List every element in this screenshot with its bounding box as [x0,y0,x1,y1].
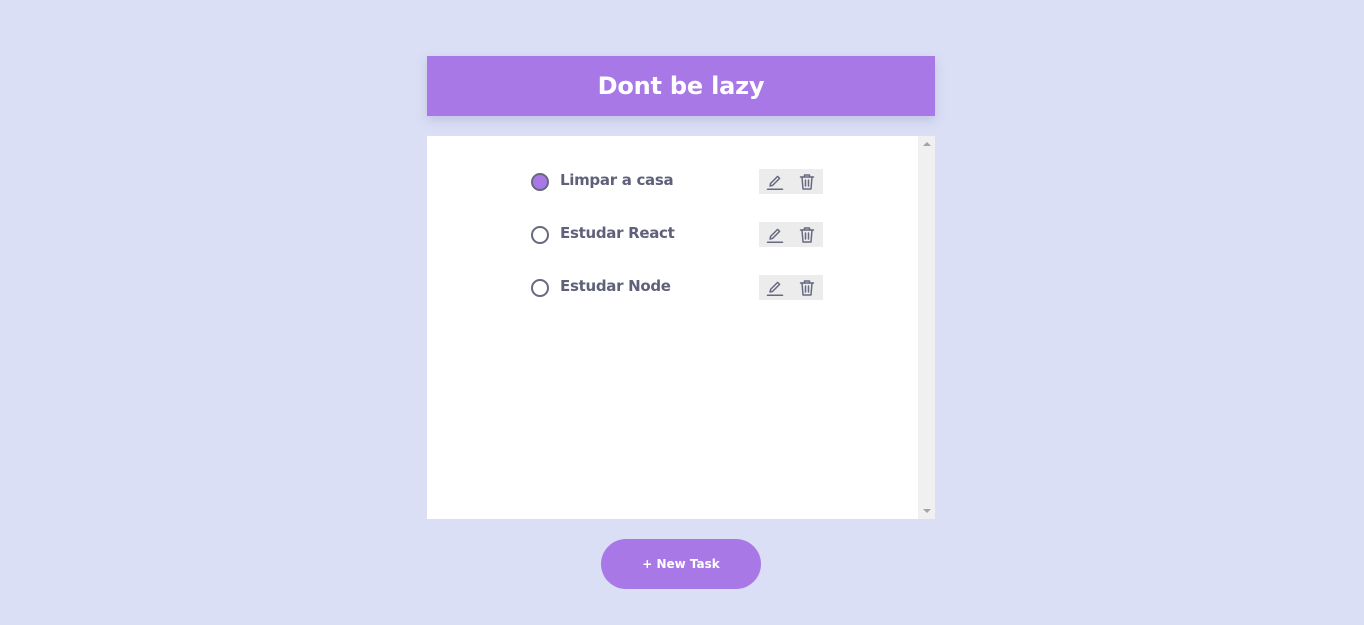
scroll-up-arrow-icon[interactable] [923,142,931,146]
delete-button[interactable] [791,275,823,300]
new-task-button[interactable]: + New Task [601,539,761,589]
task-item: Estudar Node [531,275,823,302]
task-item: Limpar a casa [531,169,823,196]
app-header: Dont be lazy [427,56,935,116]
task-label: Limpar a casa [560,171,674,189]
edit-button[interactable] [759,169,791,194]
edit-button[interactable] [759,222,791,247]
task-actions [759,275,823,300]
task-checkbox[interactable] [531,279,549,297]
trash-icon [799,173,815,190]
scroll-down-arrow-icon[interactable] [923,509,931,513]
task-actions [759,169,823,194]
trash-icon [799,226,815,243]
task-item: Estudar React [531,222,823,249]
task-label: Estudar Node [560,277,671,295]
edit-button[interactable] [759,275,791,300]
task-actions [759,222,823,247]
app-title: Dont be lazy [597,72,765,100]
delete-button[interactable] [791,222,823,247]
task-checkbox[interactable] [531,226,549,244]
task-list-scrollbar[interactable] [918,136,935,519]
task-checkbox[interactable] [531,173,549,191]
task-list-panel: Limpar a casa Estudar React Estudar Node [427,136,935,519]
pencil-icon [766,281,784,296]
pencil-icon [766,228,784,243]
task-label: Estudar React [560,224,675,242]
trash-icon [799,279,815,296]
delete-button[interactable] [791,169,823,194]
pencil-icon [766,175,784,190]
